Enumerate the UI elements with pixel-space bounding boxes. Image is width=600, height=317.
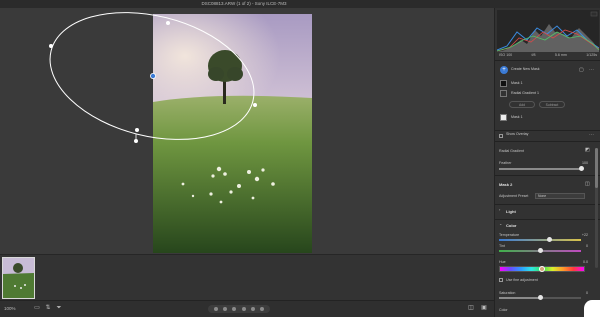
- photo-preview[interactable]: [153, 14, 312, 253]
- fine-adjust-checkbox[interactable]: [499, 278, 503, 282]
- view-dot[interactable]: [241, 307, 246, 311]
- bottom-toolbar: 100% ▭ ⇅ ⏷ ◫ ▣: [0, 300, 494, 317]
- histogram-meta: ISO 100 f/8 5.6 mm 1/125s: [499, 53, 597, 57]
- feather-slider-knob[interactable]: [578, 166, 584, 171]
- aperture-value: f/8: [531, 53, 536, 57]
- color-swatch-label: Color: [499, 308, 508, 312]
- mask-options-icon[interactable]: ▢: [579, 67, 584, 73]
- image-canvas[interactable]: [0, 8, 494, 254]
- view-dot[interactable]: [222, 307, 227, 311]
- tint-label: Tint: [499, 244, 505, 248]
- chevron-right-icon[interactable]: ›: [499, 207, 500, 212]
- subtract-button[interactable]: Subtract: [539, 101, 565, 108]
- chevron-down-icon[interactable]: ⌄: [499, 221, 502, 226]
- filmstrip-view-icon[interactable]: ▭: [33, 305, 41, 312]
- create-new-mask-button[interactable]: +: [500, 66, 508, 74]
- before-after-icon[interactable]: ◫: [467, 305, 475, 312]
- mask2-thumbnail[interactable]: [500, 114, 507, 121]
- watermark-logo: [584, 300, 600, 317]
- feather-slider-fill: [499, 168, 581, 170]
- hue-spectrum[interactable]: [499, 266, 585, 272]
- view-dot[interactable]: [213, 307, 218, 311]
- right-panel: ISO 100 f/8 5.6 mm 1/125s + Create New M…: [494, 8, 600, 317]
- view-dot[interactable]: [250, 307, 255, 311]
- fine-adjust-label: Use fine adjustment: [506, 278, 538, 282]
- invert-icon[interactable]: ◩: [585, 147, 590, 153]
- show-overlay-label: Show Overlay: [506, 132, 529, 136]
- radial-gradient-label: Radial Gradient: [499, 149, 524, 153]
- radial-mask-thumbnail[interactable]: [500, 90, 507, 97]
- mask-title: Mask 2: [499, 182, 513, 187]
- view-mode-switcher[interactable]: [208, 305, 270, 313]
- create-new-mask-label[interactable]: Create New Mask: [511, 65, 600, 74]
- show-overlay-checkbox[interactable]: [499, 134, 503, 138]
- tint-value[interactable]: 0: [586, 244, 588, 248]
- more-options-icon[interactable]: ⋯: [589, 67, 594, 73]
- saturation-slider-fill: [499, 297, 540, 299]
- filter-icon[interactable]: ⏷: [55, 305, 63, 312]
- mask1-label[interactable]: Mask 1: [511, 79, 600, 88]
- filmstrip: [0, 254, 494, 300]
- temperature-slider[interactable]: [499, 237, 581, 242]
- tint-slider[interactable]: [499, 248, 581, 253]
- adjustment-preset-select[interactable]: None: [535, 193, 585, 199]
- panel-scrollbar-thumb[interactable]: [595, 148, 598, 188]
- title-bar: DSC08813.ARW (1 of 2) - Sony ILCE-7M3: [0, 0, 600, 8]
- color-section[interactable]: Color: [506, 223, 516, 228]
- saturation-slider[interactable]: [499, 295, 581, 300]
- view-dot[interactable]: [260, 307, 265, 311]
- divider: [495, 141, 600, 142]
- divider: [495, 60, 600, 61]
- tint-slider-knob[interactable]: [537, 248, 543, 253]
- saturation-value[interactable]: 0: [586, 291, 588, 295]
- reset-icon[interactable]: ◫: [585, 181, 590, 187]
- saturation-slider-knob[interactable]: [537, 295, 543, 300]
- divider: [495, 204, 600, 205]
- radial-gradient-component[interactable]: Radial Gradient 1: [511, 89, 600, 98]
- shutter-value: 1/125s: [586, 53, 597, 57]
- compare-view-icon[interactable]: ▣: [480, 305, 488, 312]
- divider: [495, 219, 600, 220]
- temperature-slider-knob[interactable]: [546, 237, 552, 242]
- mask-thumbnail[interactable]: [500, 80, 507, 87]
- mask-row-2-label[interactable]: Mask 1: [511, 113, 600, 122]
- view-dot[interactable]: [232, 307, 237, 311]
- feather-slider[interactable]: [499, 166, 584, 171]
- gradient-handle-left[interactable]: [49, 44, 53, 48]
- histogram: [497, 10, 599, 52]
- window-title: DSC08813.ARW (1 of 2) - Sony ILCE-7M3: [201, 1, 287, 6]
- iso-value: ISO 100: [499, 53, 513, 57]
- sort-icon[interactable]: ⇅: [44, 305, 52, 312]
- panel-scrollbar[interactable]: [595, 148, 598, 268]
- camera-raw-window: DSC08813.ARW (1 of 2) - Sony ILCE-7M3 10…: [0, 0, 600, 317]
- temperature-label: Temperature: [499, 233, 520, 237]
- hue-value[interactable]: 0.0: [583, 260, 588, 264]
- light-section[interactable]: Light: [506, 209, 516, 214]
- overlay-options-icon[interactable]: ⋯: [589, 132, 594, 138]
- filmstrip-thumbnail[interactable]: [2, 257, 35, 299]
- focal-length-value: 5.6 mm: [554, 53, 567, 57]
- temperature-value[interactable]: +22: [582, 233, 588, 237]
- adjustment-preset-label: Adjustment Preset: [499, 194, 529, 198]
- rotate-handle[interactable]: [134, 139, 138, 143]
- add-button[interactable]: Add: [509, 101, 535, 108]
- gradient-handle-bottom[interactable]: [135, 128, 139, 132]
- feather-value[interactable]: 100: [582, 161, 588, 165]
- divider: [495, 175, 600, 176]
- saturation-label: Saturation: [499, 291, 516, 295]
- zoom-level[interactable]: 100%: [4, 306, 16, 311]
- feather-label: Feather: [499, 161, 512, 165]
- hue-label: Hue: [499, 260, 506, 264]
- hue-knob[interactable]: [539, 266, 545, 272]
